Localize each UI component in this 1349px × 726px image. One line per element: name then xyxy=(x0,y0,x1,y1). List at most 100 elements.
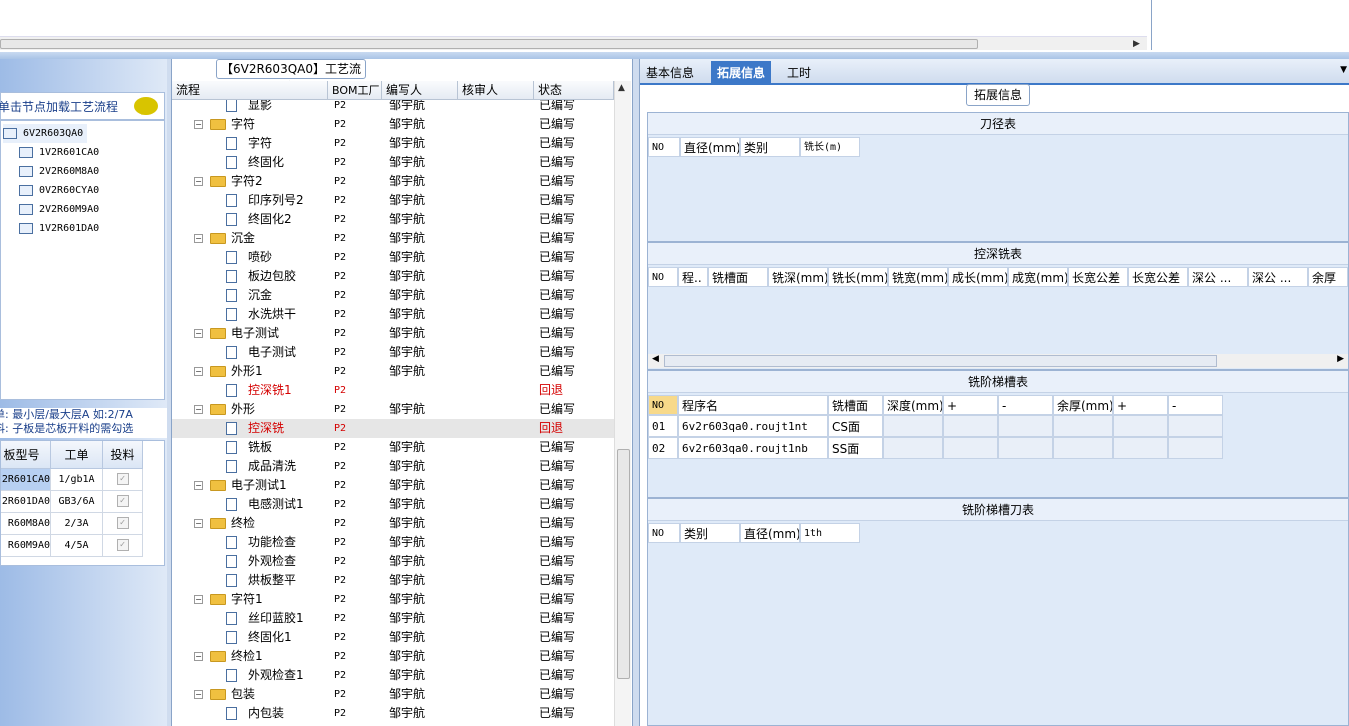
cell-feed[interactable]: ✓ xyxy=(103,513,143,535)
tree-node[interactable]: 2V2R60M8A0 xyxy=(19,162,99,181)
col-header[interactable]: 类别 xyxy=(740,137,800,157)
process-row[interactable]: 显影 P2 邹宇航 已编写 xyxy=(172,100,614,115)
col-header-reviewer[interactable]: 核审人 xyxy=(458,81,534,100)
process-row[interactable]: 终固化 P2 邹宇航 已编写 xyxy=(172,153,614,172)
col-header[interactable]: 长宽公差 xyxy=(1128,267,1188,287)
work-order-grid[interactable]: 板型号 工单 投料 2R601CA0 1/gb1A ✓ 2R601DA0 GB3/6A ✓… xyxy=(0,440,165,566)
process-step-cell[interactable]: − 外形1 xyxy=(172,362,328,381)
process-step-cell[interactable]: − 沉金 xyxy=(172,229,328,248)
cell-order[interactable]: 2/3A xyxy=(51,513,103,535)
collapse-icon[interactable]: − xyxy=(194,481,203,490)
process-row[interactable]: 内包装 P2 邹宇航 已编写 xyxy=(172,704,614,723)
col-header[interactable]: 铣长(m) xyxy=(800,137,860,157)
col-header[interactable]: NO xyxy=(648,137,680,157)
process-step-cell[interactable]: 外观检查1 xyxy=(172,666,328,685)
process-row[interactable]: 终固化2 P2 邹宇航 已编写 xyxy=(172,210,614,229)
col-header[interactable]: 铣长(mm) xyxy=(828,267,888,287)
collapse-icon[interactable]: − xyxy=(194,329,203,338)
process-row[interactable]: 功能检查 P2 邹宇航 已编写 xyxy=(172,533,614,552)
process-step-cell[interactable]: − 外形 xyxy=(172,400,328,419)
process-step-cell[interactable]: 终固化 xyxy=(172,153,328,172)
cell-feed[interactable]: ✓ xyxy=(103,491,143,513)
process-row[interactable]: 电子测试 P2 邹宇航 已编写 xyxy=(172,343,614,362)
process-step-cell[interactable]: 外观检查 xyxy=(172,552,328,571)
process-step-cell[interactable]: 成品清洗 xyxy=(172,457,328,476)
process-row[interactable]: − 外形1 P2 邹宇航 已编写 xyxy=(172,362,614,381)
col-header[interactable]: 铣槽面 xyxy=(708,267,768,287)
process-grid-body[interactable]: 显影 P2 邹宇航 已编写 − 字符 P2 邹宇航 已编写 字符 P2 邹宇航 已编写 终固化 P2 邹宇航已… xyxy=(172,100,614,726)
process-step-cell[interactable]: − 包装 xyxy=(172,685,328,704)
process-step-cell[interactable]: 终固化1 xyxy=(172,628,328,647)
col-header[interactable]: NO xyxy=(648,267,678,287)
process-row[interactable]: 控深铣 P2 回退 xyxy=(172,419,614,438)
cell-feed[interactable]: ✓ xyxy=(103,469,143,491)
scroll-right-arrow-icon[interactable]: ▶ xyxy=(1133,37,1143,51)
col-header[interactable]: NO xyxy=(648,523,680,543)
col-header[interactable]: 程序名 xyxy=(678,395,828,415)
col-header[interactable]: 程.. xyxy=(678,267,708,287)
step-cell[interactable]: 02 xyxy=(648,437,678,459)
scroll-up-arrow-icon[interactable]: ▲ xyxy=(618,83,625,93)
col-header[interactable]: 铣宽(mm) xyxy=(888,267,948,287)
process-step-cell[interactable]: 显影 xyxy=(172,100,328,115)
process-step-cell[interactable]: 终固化2 xyxy=(172,210,328,229)
top-horizontal-scrollbar[interactable]: ▶ xyxy=(0,36,1147,50)
col-header-feed[interactable]: 投料 xyxy=(103,441,143,469)
cell-model[interactable]: R60M9A0 xyxy=(1,535,51,557)
process-step-cell[interactable]: 沉金 xyxy=(172,286,328,305)
feed-checkbox[interactable]: ✓ xyxy=(116,517,129,529)
process-step-cell[interactable]: − 字符2 xyxy=(172,172,328,191)
process-step-cell[interactable]: 丝印蓝胶1 xyxy=(172,609,328,628)
tree-node[interactable]: 1V2R601CA0 xyxy=(19,143,99,162)
col-header-order[interactable]: 工单 xyxy=(51,441,103,469)
process-row[interactable]: − 包装 P2 邹宇航 已编写 xyxy=(172,685,614,704)
tab-basic-info[interactable]: 基本信息 xyxy=(640,61,700,85)
process-row[interactable]: − 电子测试 P2 邹宇航 已编写 xyxy=(172,324,614,343)
col-header-flow[interactable]: 流程 xyxy=(172,81,328,100)
cell-model[interactable]: R60M8A0 xyxy=(1,513,51,535)
feed-checkbox[interactable]: ✓ xyxy=(116,495,129,507)
tree-node[interactable]: 0V2R60CYA0 xyxy=(19,181,99,200)
tree-node[interactable]: 2V2R60M9A0 xyxy=(19,200,99,219)
chevron-down-icon[interactable]: ▼ xyxy=(1340,65,1347,75)
process-row[interactable]: 控深铣1 P2 回退 xyxy=(172,381,614,400)
col-header[interactable]: NO xyxy=(648,395,678,415)
process-row[interactable]: 铣板 P2 邹宇航 已编写 xyxy=(172,438,614,457)
step-cell[interactable]: CS面 xyxy=(828,415,883,437)
collapse-icon[interactable]: − xyxy=(194,367,203,376)
step-cell-empty[interactable] xyxy=(943,437,998,459)
col-header-model[interactable]: 板型号 xyxy=(1,441,51,469)
process-row[interactable]: 印序列号2 P2 邹宇航 已编写 xyxy=(172,191,614,210)
collapse-icon[interactable]: − xyxy=(194,177,203,186)
cell-order[interactable]: 1/gb1A xyxy=(51,469,103,491)
process-row[interactable]: 电感测试1 P2 邹宇航 已编写 xyxy=(172,495,614,514)
col-header[interactable]: 深公 ... xyxy=(1248,267,1308,287)
process-row[interactable]: − 字符1 P2 邹宇航 已编写 xyxy=(172,590,614,609)
process-row[interactable]: 终固化1 P2 邹宇航 已编写 xyxy=(172,628,614,647)
col-header[interactable]: 类别 xyxy=(680,523,740,543)
step-cell[interactable]: 6v2r603qa0.roujt1nt xyxy=(678,415,828,437)
cell-model[interactable]: 2R601DA0 xyxy=(1,491,51,513)
scroll-left-arrow-icon[interactable]: ◀ xyxy=(652,354,659,364)
collapse-icon[interactable]: − xyxy=(194,519,203,528)
col-header[interactable]: 成长(mm) xyxy=(948,267,1008,287)
process-step-cell[interactable]: 内包装 xyxy=(172,704,328,723)
middle-splitter[interactable] xyxy=(632,59,640,726)
process-row[interactable]: 外观检查1 P2 邹宇航 已编写 xyxy=(172,666,614,685)
process-row[interactable]: 成品清洗 P2 邹宇航 已编写 xyxy=(172,457,614,476)
process-row[interactable]: 烘板整平 P2 邹宇航 已编写 xyxy=(172,571,614,590)
process-step-cell[interactable]: 烘板整平 xyxy=(172,571,328,590)
step-cell-empty[interactable] xyxy=(1168,415,1223,437)
step-cell-empty[interactable] xyxy=(943,415,998,437)
process-row[interactable]: 丝印蓝胶1 P2 邹宇航 已编写 xyxy=(172,609,614,628)
process-step-cell[interactable]: − 电子测试 xyxy=(172,324,328,343)
cell-order[interactable]: 4/5A xyxy=(51,535,103,557)
scrollbar-thumb[interactable] xyxy=(0,39,978,49)
process-step-cell[interactable]: − 字符1 xyxy=(172,590,328,609)
step-cell-empty[interactable] xyxy=(1168,437,1223,459)
process-step-cell[interactable]: 电感测试1 xyxy=(172,495,328,514)
process-step-cell[interactable]: 字符 xyxy=(172,134,328,153)
process-step-cell[interactable]: − 字符 xyxy=(172,115,328,134)
process-vertical-scrollbar[interactable]: ▲ xyxy=(614,81,631,726)
step-cell-empty[interactable] xyxy=(998,437,1053,459)
